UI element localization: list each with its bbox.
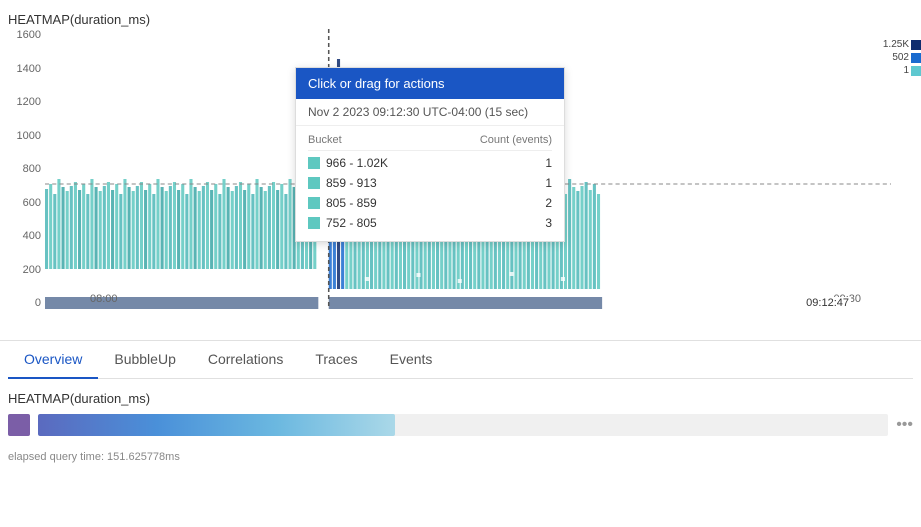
- legend-label-3: 1: [903, 65, 909, 76]
- tab-traces[interactable]: Traces: [299, 341, 373, 379]
- tooltip-row-3: 805 - 859 2: [308, 193, 552, 213]
- tooltip-row-2: 859 - 913 1: [308, 173, 552, 193]
- tooltip[interactable]: Click or drag for actions Nov 2 2023 09:…: [295, 67, 565, 242]
- legend-item-1: 1.25K: [893, 39, 921, 50]
- tooltip-count-3: 2: [545, 196, 552, 210]
- heatmap-more-button[interactable]: •••: [896, 416, 913, 434]
- y-axis: 1600 1400 1200 1000 800 600 400 200 0: [0, 29, 45, 329]
- y-label-200: 200: [4, 264, 41, 276]
- tooltip-bucket-2: 859 - 913: [326, 176, 539, 190]
- tooltip-count-2: 1: [545, 176, 552, 190]
- tooltip-bucket-1: 966 - 1.02K: [326, 156, 539, 170]
- tabs-row: Overview BubbleUp Correlations Traces Ev…: [8, 341, 913, 379]
- legend-item-2: 502: [893, 52, 921, 63]
- y-label-1000: 1000: [4, 130, 41, 142]
- tooltip-swatch-2: [308, 177, 320, 189]
- chart-area[interactable]: 1600 1400 1200 1000 800 600 400 200 0: [0, 29, 921, 329]
- y-label-600: 600: [4, 197, 41, 209]
- heatmap-bar-container[interactable]: [38, 414, 888, 436]
- tooltip-bucket-3: 805 - 859: [326, 196, 539, 210]
- y-label-1600: 1600: [4, 29, 41, 41]
- tabs-container: Overview BubbleUp Correlations Traces Ev…: [0, 340, 921, 379]
- x-label-0800: 08:00: [90, 293, 118, 305]
- tab-events[interactable]: Events: [374, 341, 449, 379]
- y-label-800: 800: [4, 163, 41, 175]
- heatmap-row: •••: [8, 414, 913, 436]
- tooltip-table: Bucket Count (events) 966 - 1.02K 1 859 …: [296, 126, 564, 241]
- content-area: HEATMAP(duration_ms) •••: [0, 379, 921, 444]
- legend-color-3: [911, 66, 921, 76]
- chart-container: HEATMAP(duration_ms) 1600 1400 1200 1000…: [0, 0, 921, 340]
- tooltip-col-bucket: Bucket: [308, 134, 342, 146]
- footer: elapsed query time: 151.625778ms: [0, 444, 921, 463]
- y-label-1200: 1200: [4, 96, 41, 108]
- y-label-1400: 1400: [4, 63, 41, 75]
- tooltip-table-header: Bucket Count (events): [308, 130, 552, 151]
- tooltip-row-1: 966 - 1.02K 1: [308, 153, 552, 173]
- tooltip-header[interactable]: Click or drag for actions: [296, 68, 564, 99]
- legend-label-1: 1.25K: [883, 39, 909, 50]
- x-label-0930-marker: 09:12:47: [804, 297, 851, 309]
- tooltip-row-4: 752 - 805 3: [308, 213, 552, 233]
- tooltip-swatch-4: [308, 217, 320, 229]
- legend-color-2: [911, 53, 921, 63]
- x-axis: 08:00 09:12:47 09:30: [90, 289, 861, 309]
- tooltip-count-4: 3: [545, 216, 552, 230]
- chart-title: HEATMAP(duration_ms): [0, 8, 921, 29]
- y-label-400: 400: [4, 230, 41, 242]
- chart-legend: 1.25K 502 1: [893, 39, 921, 76]
- y-label-0: 0: [4, 297, 41, 309]
- legend-label-2: 502: [892, 52, 909, 63]
- tooltip-swatch-1: [308, 157, 320, 169]
- footer-elapsed: elapsed query time: 151.625778ms: [8, 447, 180, 463]
- tab-bubbleup[interactable]: BubbleUp: [98, 341, 192, 379]
- heatmap-swatch: [8, 414, 30, 436]
- tab-overview[interactable]: Overview: [8, 341, 98, 379]
- tooltip-bucket-4: 752 - 805: [326, 216, 539, 230]
- tooltip-col-count: Count (events): [480, 134, 552, 146]
- content-title: HEATMAP(duration_ms): [8, 391, 913, 406]
- legend-item-3: 1: [893, 65, 921, 76]
- tab-correlations[interactable]: Correlations: [192, 341, 299, 379]
- tooltip-timestamp: Nov 2 2023 09:12:30 UTC-04:00 (15 sec): [296, 99, 564, 126]
- legend-color-1: [911, 40, 921, 50]
- tooltip-count-1: 1: [545, 156, 552, 170]
- heatmap-bar: [38, 414, 395, 436]
- tooltip-swatch-3: [308, 197, 320, 209]
